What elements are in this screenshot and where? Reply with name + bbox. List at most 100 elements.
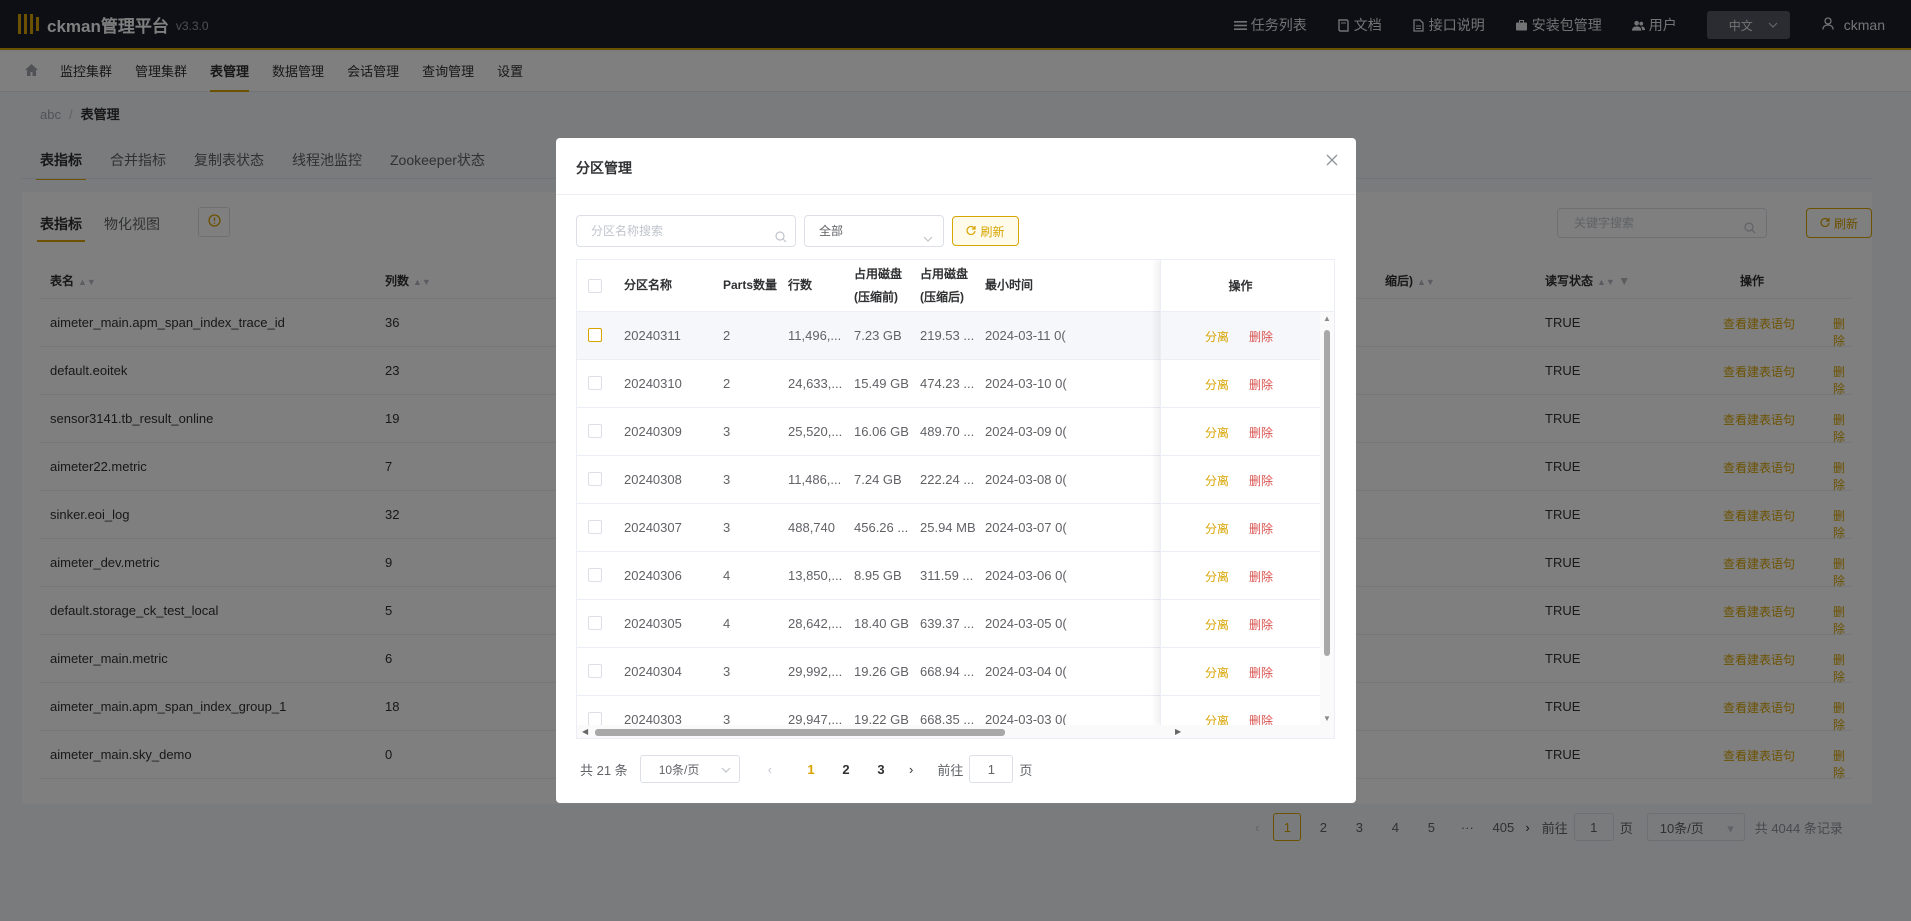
cell-min-time: 2024-03-05 0( <box>985 616 1067 631</box>
cell-disk-before: 18.40 GB <box>854 616 909 631</box>
partition-row-actions: 分离 删除 <box>1161 408 1320 456</box>
refresh-icon <box>966 224 977 238</box>
cell-min-time: 2024-03-09 0( <box>985 424 1067 439</box>
row-checkbox[interactable] <box>588 568 602 582</box>
partition-goto-unit: 页 <box>1019 762 1033 778</box>
delete-partition-link[interactable]: 删除 <box>1249 376 1273 393</box>
cell-partition-name: 20240308 <box>624 472 682 487</box>
cell-partition-name: 20240309 <box>624 424 682 439</box>
partition-filter-value: 全部 <box>819 224 844 238</box>
cell-partition-name: 20240305 <box>624 616 682 631</box>
scroll-left-icon[interactable]: ◀ <box>582 727 588 736</box>
cell-disk-after: 311.59 ... <box>920 568 974 583</box>
partition-pagination: 共 21 条 10条/页 ‹ 1 2 3 › 前往 1 页 <box>580 755 1032 783</box>
cell-disk-before: 19.26 GB <box>854 664 909 679</box>
header-min-time: 最小时间 <box>985 278 1034 292</box>
cell-parts-count: 3 <box>723 520 731 535</box>
scroll-down-icon[interactable]: ▼ <box>1323 714 1331 723</box>
vertical-scroll-thumb[interactable] <box>1324 330 1330 656</box>
delete-partition-link[interactable]: 删除 <box>1249 664 1273 681</box>
partition-manage-dialog: 分区管理 分区名称搜索 全部 刷新 分区名称 Parts数量 行数 占用磁盘 (压… <box>556 138 1356 803</box>
select-all-checkbox[interactable] <box>588 279 602 293</box>
delete-partition-link[interactable]: 删除 <box>1249 472 1273 489</box>
partition-row-actions: 分离 删除 <box>1161 456 1320 504</box>
partition-page-3[interactable]: 3 <box>866 762 896 777</box>
horizontal-scroll-thumb[interactable] <box>595 729 1005 736</box>
delete-partition-link[interactable]: 删除 <box>1249 616 1273 633</box>
row-checkbox[interactable] <box>588 616 602 630</box>
row-checkbox[interactable] <box>588 424 602 438</box>
cell-rows: 28,642,... <box>788 616 843 631</box>
cell-rows: 25,520,... <box>788 424 843 439</box>
header-partition-name: 分区名称 <box>624 278 673 292</box>
partition-filter-select[interactable]: 全部 <box>804 215 944 247</box>
header-disk-after: 占用磁盘 (压缩后) <box>920 267 969 304</box>
detach-partition-link[interactable]: 分离 <box>1205 568 1229 585</box>
detach-partition-link[interactable]: 分离 <box>1205 376 1229 393</box>
partition-page-2[interactable]: 2 <box>831 762 861 777</box>
partition-refresh-label: 刷新 <box>980 224 1005 239</box>
cell-min-time: 2024-03-06 0( <box>985 568 1067 583</box>
partition-page-size-select[interactable]: 10条/页 <box>639 755 740 783</box>
partition-row-actions: 分离 删除 <box>1161 504 1320 552</box>
partition-total: 共 21 条 <box>580 762 628 778</box>
cell-disk-after: 639.37 ... <box>920 616 975 631</box>
detach-partition-link[interactable]: 分离 <box>1205 328 1229 345</box>
partition-refresh-button[interactable]: 刷新 <box>952 216 1019 246</box>
row-checkbox[interactable] <box>588 664 602 678</box>
detach-partition-link[interactable]: 分离 <box>1205 424 1229 441</box>
row-checkbox[interactable] <box>588 376 602 390</box>
delete-partition-link[interactable]: 删除 <box>1249 328 1273 345</box>
scroll-right-icon[interactable]: ▶ <box>1175 727 1181 736</box>
partition-goto-input[interactable]: 1 <box>969 755 1014 783</box>
next-page-icon[interactable]: › <box>909 762 913 777</box>
scroll-up-icon[interactable]: ▲ <box>1323 314 1331 323</box>
cell-rows: 488,740 <box>788 520 835 535</box>
vertical-scrollbar[interactable]: ▲ ▼ <box>1320 312 1334 725</box>
header-disk-before: 占用磁盘 (压缩前) <box>854 267 903 304</box>
header-rows: 行数 <box>788 278 813 292</box>
cell-disk-before: 7.24 GB <box>854 472 902 487</box>
partition-page-1[interactable]: 1 <box>796 762 826 777</box>
header-actions: 操作 <box>1161 260 1320 312</box>
partition-row-actions: 分离 删除 <box>1161 552 1320 600</box>
partition-page-size-value: 10条/页 <box>658 762 700 777</box>
detach-partition-link[interactable]: 分离 <box>1205 472 1229 489</box>
cell-disk-after: 222.24 ... <box>920 472 975 487</box>
close-icon[interactable] <box>1326 154 1338 169</box>
cell-rows: 11,496,... <box>788 328 842 343</box>
row-checkbox[interactable] <box>588 520 602 534</box>
partition-search-input[interactable]: 分区名称搜索 <box>576 215 796 247</box>
cell-rows: 11,486,... <box>788 472 842 487</box>
dialog-title: 分区管理 <box>576 160 632 176</box>
cell-partition-name: 20240307 <box>624 520 682 535</box>
row-checkbox[interactable] <box>588 328 602 342</box>
detach-partition-link[interactable]: 分离 <box>1205 664 1229 681</box>
cell-disk-before: 456.26 ... <box>854 520 909 535</box>
delete-partition-link[interactable]: 删除 <box>1249 520 1273 537</box>
cell-parts-count: 2 <box>723 376 731 391</box>
partition-row-actions: 分离 删除 <box>1161 648 1320 696</box>
cell-disk-after: 25.94 MB <box>920 520 976 535</box>
cell-parts-count: 4 <box>723 616 731 631</box>
row-checkbox[interactable] <box>588 472 602 486</box>
cell-min-time: 2024-03-08 0( <box>985 472 1067 487</box>
partition-goto-label: 前往 <box>937 762 964 778</box>
actions-fixed-column: 操作 分离 删除 分离 删除 分离 删除 分离 删除 分离 删除 分离 删除 分离 删除 分离 删除 分离 删除 <box>1160 260 1320 728</box>
partition-row-actions: 分离 删除 <box>1161 312 1320 360</box>
horizontal-scrollbar[interactable]: ◀ ▶ <box>577 725 1334 738</box>
cell-disk-before: 15.49 GB <box>854 376 909 391</box>
cell-rows: 13,850,... <box>788 568 843 583</box>
cell-disk-after: 474.23 ... <box>920 376 975 391</box>
row-checkbox[interactable] <box>588 712 602 726</box>
cell-rows: 29,992,... <box>788 664 843 679</box>
prev-page-icon[interactable]: ‹ <box>768 762 772 777</box>
detach-partition-link[interactable]: 分离 <box>1205 616 1229 633</box>
detach-partition-link[interactable]: 分离 <box>1205 520 1229 537</box>
delete-partition-link[interactable]: 删除 <box>1249 424 1273 441</box>
cell-disk-before: 16.06 GB <box>854 424 909 439</box>
search-icon <box>775 224 787 254</box>
delete-partition-link[interactable]: 删除 <box>1249 568 1273 585</box>
cell-partition-name: 20240310 <box>624 376 682 391</box>
cell-parts-count: 3 <box>723 424 731 439</box>
